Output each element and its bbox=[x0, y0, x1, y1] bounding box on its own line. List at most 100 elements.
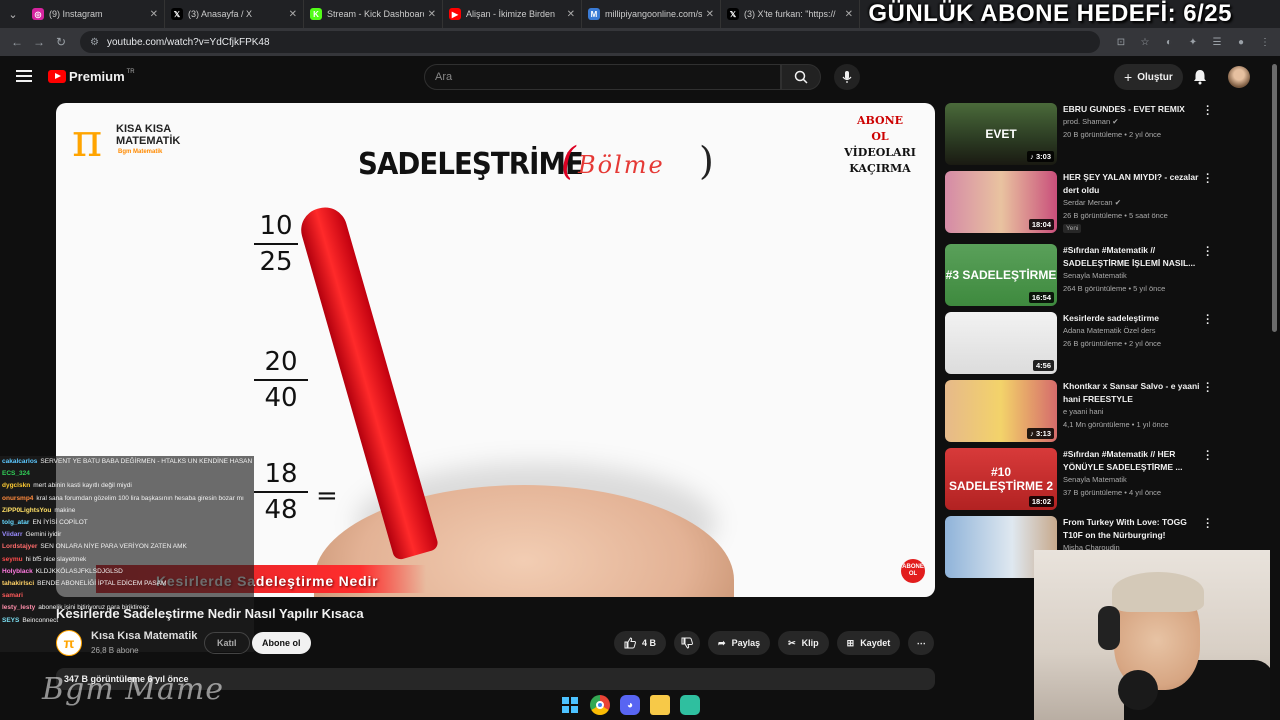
chat-text: kral sana forumdan gözelim 100 lira başk… bbox=[36, 494, 244, 502]
clip-button[interactable]: ✂ Klip bbox=[778, 631, 829, 655]
chat-username: Viidarr bbox=[2, 531, 23, 539]
fraction-3: 18 48 bbox=[254, 459, 308, 525]
streamer-webcam-overlay bbox=[1034, 550, 1270, 720]
forward-icon[interactable]: → bbox=[28, 31, 50, 53]
chat-message: Viidarr Gemini iyidir bbox=[2, 529, 254, 541]
channel-name[interactable]: Kısa Kısa Matematik bbox=[91, 630, 197, 642]
more-vertical-icon[interactable]: · · · bbox=[1203, 102, 1213, 121]
video-thumbnail[interactable]: 4:56 bbox=[945, 312, 1057, 374]
reading-list-icon[interactable]: ☰ bbox=[1208, 33, 1226, 51]
extensions-puzzle-icon[interactable]: ✦ bbox=[1184, 33, 1202, 51]
back-icon[interactable]: ← bbox=[6, 31, 28, 53]
video-thumbnail[interactable]: #3 SADELEŞTİRME 16:54 bbox=[945, 244, 1057, 306]
more-vertical-icon[interactable]: · · · bbox=[1203, 379, 1213, 398]
account-avatar[interactable] bbox=[1228, 66, 1250, 88]
share-icon: ➦ bbox=[718, 637, 726, 648]
recommended-title[interactable]: #Sıfırdan #Matematik // SADELEŞTİRME İŞL… bbox=[1063, 244, 1201, 270]
video-title: Kesirlerde Sadeleştirme Nedir Nasıl Yapı… bbox=[56, 606, 364, 621]
site-info-icon[interactable]: ⚙ bbox=[90, 37, 99, 48]
subscribe-button[interactable]: Abone ol bbox=[252, 632, 311, 654]
like-button[interactable]: 4 B bbox=[614, 631, 667, 655]
recommended-channel[interactable]: Serdar Mercan ✔ bbox=[1063, 198, 1121, 207]
chrome-icon[interactable] bbox=[590, 695, 610, 715]
close-tab-icon[interactable]: ✕ bbox=[150, 9, 158, 20]
recommended-channel[interactable]: e yaani hani bbox=[1063, 407, 1103, 416]
recommended-video[interactable]: ♪ 3:13 Khontkar x Sansar Salvo - e yaani … bbox=[945, 379, 1215, 444]
chat-text: SEN ONLARA NİYE PARA VERİYON ZATEN AMK bbox=[40, 543, 187, 551]
more-vertical-icon[interactable]: · · · bbox=[1203, 243, 1213, 262]
recommended-video[interactable]: #3 SADELEŞTİRME 16:54 #Sıfırdan #Matematik… bbox=[945, 243, 1215, 308]
recommended-video[interactable]: 18:04 HER ŞEY YALAN MIYDI? - cezalar dert… bbox=[945, 170, 1215, 235]
file-explorer-icon[interactable] bbox=[650, 695, 670, 715]
close-tab-icon[interactable]: ✕ bbox=[428, 9, 436, 20]
more-actions-button[interactable]: ⋯ bbox=[908, 631, 935, 655]
more-vertical-icon[interactable]: · · · bbox=[1203, 170, 1213, 189]
close-tab-icon[interactable]: ✕ bbox=[845, 9, 853, 20]
browser-menu-icon[interactable]: ⋮ bbox=[1256, 33, 1274, 51]
more-vertical-icon[interactable]: · · · bbox=[1203, 515, 1213, 534]
close-tab-icon[interactable]: ✕ bbox=[289, 9, 297, 20]
recommended-channel[interactable]: Adana Matematik Özel ders bbox=[1063, 326, 1156, 335]
video-thumbnail[interactable]: ♪ 3:13 bbox=[945, 380, 1057, 442]
recommended-channel[interactable]: Senayla Matematik bbox=[1063, 271, 1127, 280]
youtube-logo[interactable]: Premium TR bbox=[48, 69, 135, 84]
recommended-meta: 26 B görüntüleme • 5 saat önce bbox=[1063, 211, 1168, 220]
recommended-title[interactable]: EBRU GUNDES - EVET REMIX bbox=[1063, 103, 1201, 116]
recommended-title[interactable]: From Turkey With Love: TOGG T10F on the … bbox=[1063, 516, 1201, 542]
profile-avatar[interactable]: ● bbox=[1232, 33, 1250, 51]
save-button[interactable]: ⊞ Kaydet bbox=[836, 631, 901, 655]
close-tab-icon[interactable]: ✕ bbox=[706, 9, 714, 20]
windows-start-icon[interactable] bbox=[560, 695, 580, 715]
bookmark-star-icon[interactable]: ☆ bbox=[1136, 33, 1154, 51]
channel-avatar[interactable]: π bbox=[56, 630, 82, 656]
duration-badge: ♪ 3:03 bbox=[1027, 151, 1054, 162]
recommended-video[interactable]: 4:56 Kesirlerde sadeleştirme Adana Matemat… bbox=[945, 311, 1215, 376]
recommended-video[interactable]: #10 SADELEŞTİRME 2 18:02 #Sıfırdan #Matema… bbox=[945, 447, 1215, 512]
dislike-button[interactable] bbox=[674, 631, 701, 655]
menu-icon[interactable] bbox=[16, 70, 32, 82]
create-button[interactable]: + Oluştur bbox=[1114, 64, 1183, 90]
recommended-title[interactable]: HER ŞEY YALAN MIYDI? - cezalar dert oldu bbox=[1063, 171, 1201, 197]
recommended-channel[interactable]: prod. Shaman ✔ bbox=[1063, 117, 1119, 126]
page-scrollbar[interactable] bbox=[1272, 64, 1277, 332]
verified-icon: ✔ bbox=[1114, 198, 1121, 207]
video-thumbnail[interactable]: #10 SADELEŞTİRME 2 18:02 bbox=[945, 448, 1057, 510]
browser-tab[interactable]: ▶ Alişan - İkimize Birden ✕ bbox=[443, 0, 582, 28]
video-thumbnail[interactable]: EVET ♪ 3:03 bbox=[945, 103, 1057, 165]
tab-title: (3) X'te furkan: "https:// bbox=[744, 9, 836, 19]
recommended-channel[interactable]: Senayla Matematik bbox=[1063, 475, 1127, 484]
browser-tab[interactable]: ◎ (9) Instagram ✕ bbox=[26, 0, 165, 28]
search-input[interactable]: Ara bbox=[424, 64, 781, 90]
join-button[interactable]: Katıl bbox=[204, 632, 250, 654]
video-thumbnail[interactable]: 18:04 bbox=[945, 171, 1057, 233]
voice-search-button[interactable] bbox=[834, 64, 860, 90]
browser-tab[interactable]: K Stream - Kick Dashboard ✕ bbox=[304, 0, 443, 28]
recommended-title[interactable]: Kesirlerde sadeleştirme bbox=[1063, 312, 1201, 325]
tab-search-chevron-icon[interactable]: ⌄ bbox=[0, 0, 26, 28]
close-tab-icon[interactable]: ✕ bbox=[567, 9, 575, 20]
more-vertical-icon[interactable]: · · · bbox=[1203, 311, 1213, 330]
app-icon[interactable] bbox=[680, 695, 700, 715]
more-vertical-icon[interactable]: · · · bbox=[1203, 447, 1213, 466]
discord-icon[interactable]: ◕ bbox=[620, 695, 640, 715]
save-label: Kaydet bbox=[860, 638, 891, 648]
subscribe-callout: ABONE OL VİDEOLARI KAÇIRMA bbox=[844, 114, 916, 175]
reload-icon[interactable]: ↻ bbox=[50, 31, 72, 53]
share-button[interactable]: ➦ Paylaş bbox=[708, 631, 771, 655]
browser-tab[interactable]: Mmillipiyangoonline.com/s ✕ bbox=[582, 0, 721, 28]
like-count: 4 B bbox=[642, 638, 657, 648]
browser-tab[interactable]: 𝕏 (3) X'te furkan: "https:// ✕ bbox=[721, 0, 860, 28]
browser-tab[interactable]: 𝕏 (3) Anasayfa / X ✕ bbox=[165, 0, 304, 28]
chat-text: mert abinin kasti kayıtlı değil miydi bbox=[33, 482, 132, 490]
address-bar[interactable]: ⚙ youtube.com/watch?v=YdCfjkFPK48 bbox=[80, 31, 1100, 53]
notifications-bell-icon[interactable] bbox=[1191, 68, 1209, 86]
video-actions: 4 B ➦ Paylaş ✂ Klip ⊞ Kaydet ⋯ bbox=[614, 631, 935, 655]
search-button[interactable] bbox=[781, 64, 821, 90]
extension-icon[interactable]: ◐ bbox=[1160, 33, 1178, 51]
recommended-video[interactable]: EVET ♪ 3:03 EBRU GUNDES - EVET REMIX prod. … bbox=[945, 102, 1215, 167]
install-icon[interactable]: ⊡ bbox=[1112, 33, 1130, 51]
recommended-title[interactable]: #Sıfırdan #Matematik // HER YÖNÜYLE SADE… bbox=[1063, 448, 1201, 474]
subscribe-badge[interactable]: ABONE OL bbox=[901, 559, 925, 583]
logo-region: TR bbox=[126, 68, 135, 75]
recommended-title[interactable]: Khontkar x Sansar Salvo - e yaani hani F… bbox=[1063, 380, 1201, 406]
